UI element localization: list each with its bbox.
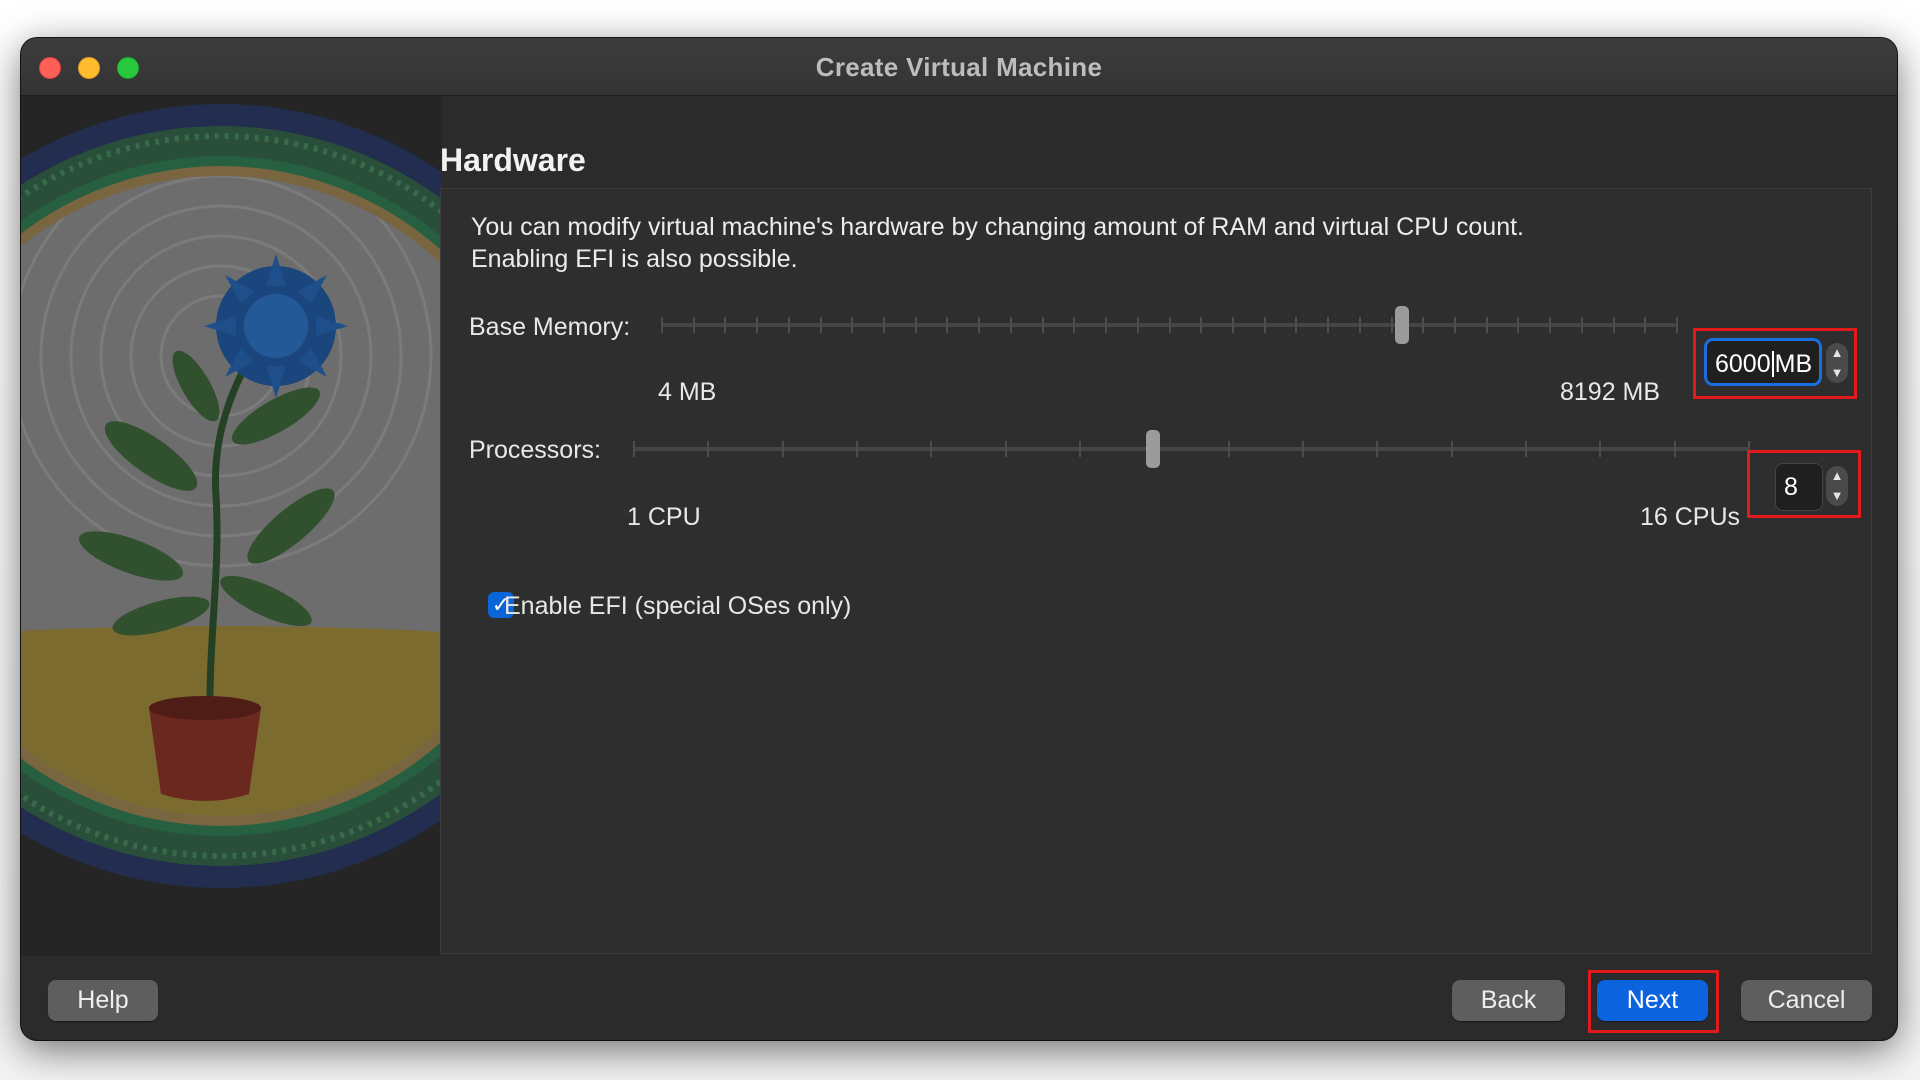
slider-tick [1612,317,1615,333]
slider-tick [1517,317,1520,333]
processors-highlight-box [1747,450,1861,518]
slider-tick [1358,317,1361,333]
slider-tick [883,317,886,333]
next-highlight-box [1588,970,1719,1033]
window-title: Create Virtual Machine [815,52,1103,82]
base-memory-max-label: 8192 MB [1560,378,1661,406]
slider-tick [1009,317,1012,333]
slider-tick [1485,317,1488,333]
memory-highlight-box [1693,328,1857,399]
slider-tick [692,317,695,333]
slider-tick [1004,441,1007,457]
slider-tick [819,317,822,333]
slider-tick [1295,317,1298,333]
slider-tick [1302,441,1304,457]
slider-tick [1549,317,1552,333]
slider-tick [1168,317,1171,333]
slider-tick [1041,317,1044,333]
slider-tick [856,441,858,457]
create-vm-window: Create Virtual Machine Hardware You can … [21,38,1897,1040]
slider-tick [1525,441,1527,457]
slider-tick [707,441,710,457]
slider-tick [851,317,854,333]
enable-efi-label[interactable]: Enable EFI (special OSes only) [504,592,851,621]
wizard-illustration [21,96,441,956]
slider-tick [633,441,635,457]
page-title: Hardware [440,142,586,178]
slider-tick [1390,317,1393,333]
slider-tick [1073,317,1076,333]
processors-max-label: 16 CPUs [1640,503,1741,531]
help-button[interactable]: Help [48,980,158,1021]
processors-slider[interactable] [633,430,1750,468]
base-memory-min-label: 4 MB [658,378,717,406]
slider-tick [1450,441,1453,457]
slider-tick [1263,317,1266,333]
slider-tick [914,317,917,333]
processors-min-label: 1 CPU [627,503,701,531]
hardware-panel [440,188,1872,954]
processors-label: Processors: [469,436,601,464]
slider-tick [1200,317,1203,333]
slider-tick [1644,317,1647,333]
processors-slider-thumb[interactable] [1146,430,1161,468]
slider-tick [1327,317,1330,333]
slider-tick [946,317,949,333]
slider-tick [978,317,981,333]
slider-tick [1376,441,1379,457]
slider-tick [756,317,759,333]
slider-tick [781,441,784,457]
description-line-2: Enabling EFI is also possible. [471,245,798,273]
slider-tick [930,441,933,457]
slider-tick [1231,317,1234,333]
slider-tick [1422,317,1425,333]
base-memory-slider[interactable] [661,306,1678,344]
page-description: You can modify virtual machine's hardwar… [471,211,1671,275]
base-memory-label: Base Memory: [469,313,631,341]
slider-tick [1136,317,1139,333]
cancel-button[interactable]: Cancel [1741,980,1872,1021]
slider-tick [724,317,727,333]
slider-tick [1676,317,1678,333]
base-memory-slider-thumb[interactable] [1394,306,1409,344]
slider-tick [1105,317,1108,333]
slider-tick [661,317,663,333]
slider-tick [1453,317,1456,333]
slider-tick [1673,441,1676,457]
slider-tick [1227,441,1230,457]
processors-slider-ticks [633,441,1750,457]
slider-tick [1599,441,1602,457]
slider-tick [1079,441,1081,457]
back-button[interactable]: Back [1452,980,1565,1021]
slider-tick [787,317,790,333]
description-line-1: You can modify virtual machine's hardwar… [471,213,1525,241]
base-memory-slider-ticks [661,317,1678,333]
slider-tick [1580,317,1583,333]
title-bar: Create Virtual Machine [21,38,1897,96]
